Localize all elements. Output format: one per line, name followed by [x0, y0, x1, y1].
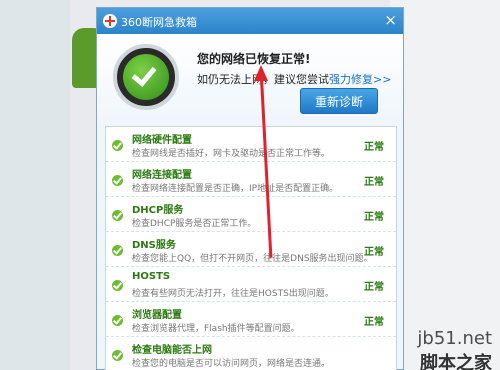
ok-icon	[112, 210, 123, 221]
rediagnose-button[interactable]: 重新诊断	[300, 88, 378, 114]
desktop-background-right	[390, 0, 500, 370]
list-item: DHCP服务 检查DHCP服务是否正常工作。 正常	[106, 197, 396, 232]
check-name: HOSTS	[132, 271, 171, 282]
check-status: 正常	[364, 282, 384, 293]
check-name: 网络硬件配置	[132, 135, 192, 146]
checkmark-icon	[123, 54, 169, 100]
check-name: DNS服务	[132, 240, 176, 251]
ok-icon	[112, 140, 123, 151]
watermark: jb51.net 脚本之家	[417, 328, 492, 370]
list-item: HOSTS 检查有些网页无法打开，往往是HOSTS出现问题。 正常	[106, 267, 396, 302]
check-name: DHCP服务	[132, 205, 184, 216]
check-desc: 检查DHCP服务是否正常工作。	[132, 219, 257, 229]
close-icon[interactable]: ×	[384, 11, 397, 29]
check-desc: 检查有些网页无法打开，往往是HOSTS出现问题。	[132, 289, 334, 299]
check-status: 正常	[364, 317, 384, 328]
ok-icon	[112, 175, 123, 186]
check-desc: 检查您的电脑是否可以访问网页，网络是否连通。	[132, 359, 331, 369]
check-status: 正常	[364, 212, 384, 223]
window-title: 360断网急救箱	[121, 16, 197, 29]
list-item: 检查电脑能否上网 检查您的电脑是否可以访问网页，网络是否连通。	[106, 337, 396, 370]
check-desc: 检查浏览器代理，Flash插件等配置问题。	[132, 324, 300, 334]
check-name: 网络连接配置	[132, 170, 192, 181]
list-item: 浏览器配置 检查浏览器代理，Flash插件等配置问题。 正常	[106, 302, 396, 337]
list-item: 网络连接配置 检查网络连接配置是否正确，IP地址是否配置正确。 正常	[106, 162, 396, 197]
list-item: 网络硬件配置 检查网线是否插好，网卡及驱动是否正常工作等。 正常	[106, 127, 396, 162]
check-status: 正常	[364, 177, 384, 188]
check-desc: 检查网线是否插好，网卡及驱动是否正常工作等。	[132, 149, 331, 159]
check-status: 正常	[364, 142, 384, 153]
check-name: 检查电脑能否上网	[132, 345, 212, 356]
repair-link[interactable]: 强力修复>>	[329, 73, 391, 86]
app-logo-icon	[103, 14, 117, 28]
desktop-background-left	[0, 0, 70, 370]
annotation-arrow-head	[254, 65, 268, 81]
check-desc: 检查网络连接配置是否正确，IP地址是否配置正确。	[132, 184, 339, 194]
status-header: 您的网络已恢复正常! 如仍无法上网，建议您尝试强力修复>> 重新诊断	[97, 34, 403, 132]
check-status: 正常	[364, 247, 384, 258]
list-item: DNS服务 检查您能上QQ，但打不开网页，往往是DNS服务出现问题。 正常	[106, 232, 396, 267]
check-name: 浏览器配置	[132, 310, 182, 321]
status-shield	[113, 44, 179, 110]
watermark-site: jb51.net	[417, 328, 492, 349]
ok-icon	[112, 280, 123, 291]
ok-icon	[112, 245, 123, 256]
ok-icon	[112, 350, 123, 361]
ok-icon	[112, 315, 123, 326]
watermark-brand: 脚本之家	[420, 353, 492, 370]
status-hint: 如仍无法上网，建议您尝试强力修复>>	[197, 71, 391, 87]
title-bar: 360断网急救箱 ×	[97, 8, 403, 34]
app-window: 360断网急救箱 × 您的网络已恢复正常! 如仍无法上网，建议您尝试强力修复>>…	[96, 7, 404, 370]
check-list: 网络硬件配置 检查网线是否插好，网卡及驱动是否正常工作等。 正常 网络连接配置 …	[105, 126, 397, 370]
check-desc: 检查您能上QQ，但打不开网页，往往是DNS服务出现问题。	[132, 254, 373, 264]
